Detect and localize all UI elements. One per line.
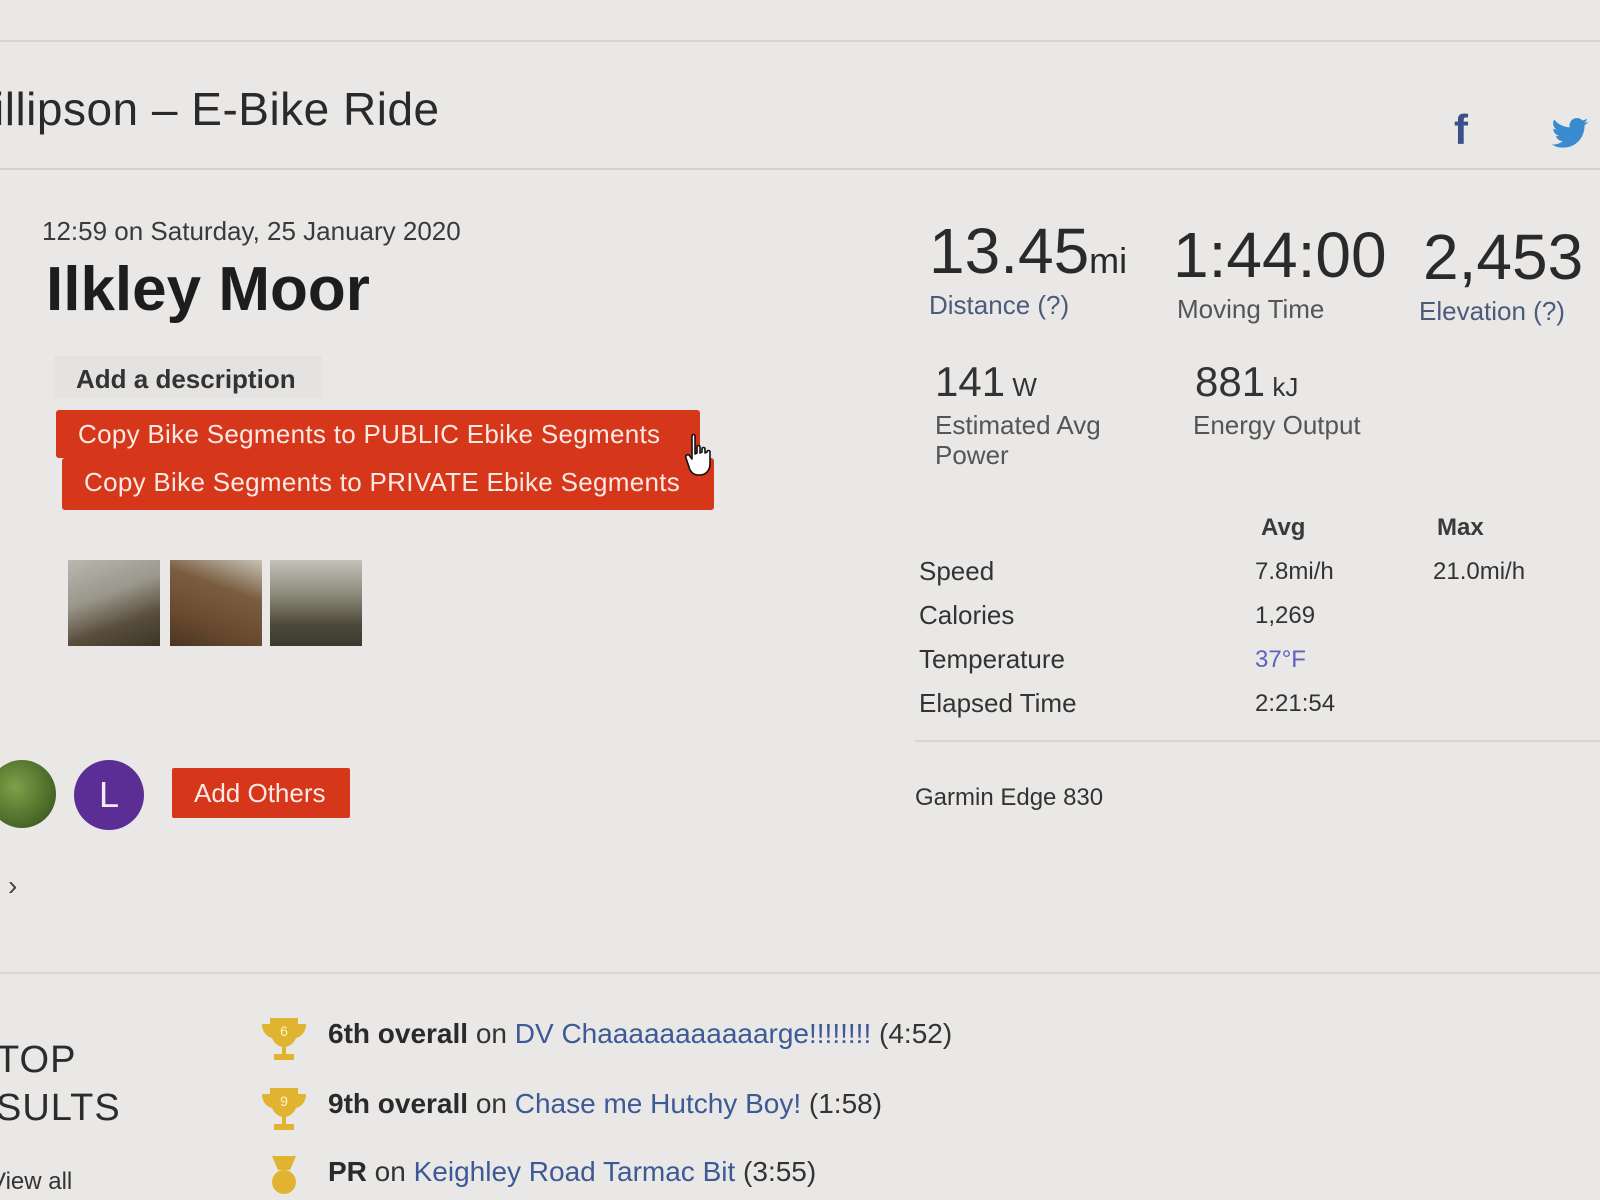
pr-medal-icon (272, 1156, 296, 1194)
moving-time-value: 1:44:00 (1173, 219, 1387, 291)
chevron-right-icon[interactable]: › (8, 870, 17, 902)
copy-private-segments-button[interactable]: Copy Bike Segments to PRIVATE Ebike Segm… (62, 458, 714, 510)
activity-summary: 12:59 on Saturday, 25 January 2020 Ilkle… (0, 170, 915, 970)
activity-name: Ilkley Moor (46, 255, 370, 324)
table-row: Speed 7.8mi/h 21.0mi/h (919, 556, 1526, 586)
copy-public-segments-button[interactable]: Copy Bike Segments to PUBLIC Ebike Segme… (56, 410, 700, 458)
power-label: Estimated Avg Power (935, 410, 1101, 470)
distance-label[interactable]: Distance (?) (929, 290, 1069, 321)
top-result-text: 6th overall on DV Chaaaaaaaaaaarge!!!!!!… (328, 1018, 953, 1049)
add-description-button[interactable]: Add a description (54, 356, 322, 398)
table-row: Calories 1,269 (919, 600, 1316, 630)
top-result-item: 9 9th overall on Chase me Hutchy Boy! (1… (258, 1082, 1358, 1142)
facebook-icon[interactable]: f (1454, 108, 1484, 152)
view-all-link[interactable]: View all (0, 1168, 72, 1196)
segment-link[interactable]: DV Chaaaaaaaaaaarge!!!!!!!! (515, 1018, 871, 1049)
top-result-item: PR on Keighley Road Tarmac Bit (3:55) (258, 1150, 1358, 1200)
svg-text:9: 9 (280, 1093, 288, 1109)
energy-value: 881 kJ (1195, 358, 1299, 405)
top-results-heading: TOP SULTS (0, 1039, 121, 1129)
power-value: 141 W (935, 358, 1037, 405)
energy-label: Energy Output (1193, 410, 1361, 440)
trophy-icon: 9 (262, 1088, 306, 1130)
column-header-avg: Avg (1261, 514, 1306, 541)
segment-link[interactable]: Chase me Hutchy Boy! (515, 1088, 801, 1119)
section-divider (0, 972, 1600, 974)
page-title: illipson – E-Bike Ride (0, 83, 440, 135)
activity-photo-thumbnail[interactable] (270, 560, 362, 646)
activity-photo-thumbnail[interactable] (68, 560, 160, 646)
column-header-max: Max (1437, 514, 1484, 541)
svg-text:6: 6 (280, 1023, 288, 1039)
moving-time-label: Moving Time (1177, 294, 1325, 324)
hand-cursor-icon (684, 433, 711, 476)
activity-stats: 13.45mi Distance (?) 1:44:00 Moving Time… (915, 170, 1600, 970)
stats-divider (915, 740, 1600, 742)
elevation-label[interactable]: Elevation (?) (1419, 296, 1565, 327)
page-header: illipson – E-Bike Ride f (0, 58, 1600, 170)
athlete-avatar-letter[interactable]: L (74, 760, 144, 830)
athlete-avatar[interactable] (0, 760, 56, 828)
segment-link[interactable]: Keighley Road Tarmac Bit (414, 1156, 736, 1187)
add-others-button[interactable]: Add Others (172, 768, 350, 818)
elevation-value: 2,453 (1423, 221, 1584, 293)
activity-photo-thumbnail[interactable] (170, 560, 262, 646)
top-result-item: 6 6th overall on DV Chaaaaaaaaaaarge!!!!… (258, 1012, 1358, 1072)
top-result-text: 9th overall on Chase me Hutchy Boy! (1:5… (328, 1088, 883, 1119)
activity-datetime: 12:59 on Saturday, 25 January 2020 (42, 216, 461, 246)
device-name: Garmin Edge 830 (915, 784, 1104, 811)
table-row: Temperature 37°F (919, 644, 1306, 674)
distance-value: 13.45mi (929, 215, 1128, 287)
twitter-icon[interactable] (1548, 114, 1592, 154)
top-divider (0, 40, 1600, 42)
table-row: Elapsed Time 2:21:54 (919, 688, 1336, 718)
top-result-text: PR on Keighley Road Tarmac Bit (3:55) (328, 1156, 817, 1187)
trophy-icon: 6 (262, 1018, 306, 1060)
